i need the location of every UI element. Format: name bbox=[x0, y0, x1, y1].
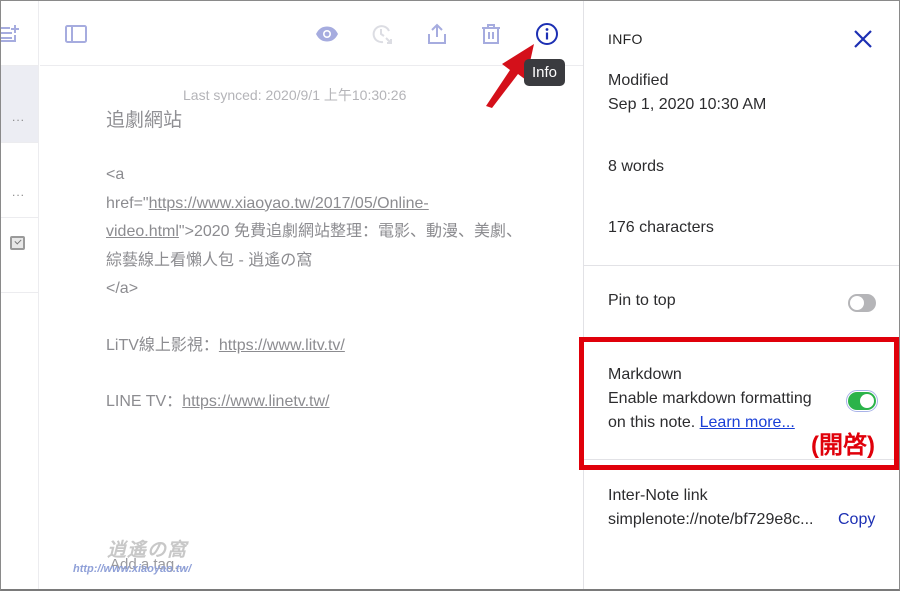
note-list-item[interactable]: ... bbox=[0, 143, 38, 218]
eye-icon[interactable] bbox=[315, 22, 339, 46]
note-line: video.html">2020 免費追劇網站整理：電影、動漫、美劇、綜藝線上看… bbox=[106, 218, 526, 275]
watermark: 逍遙の窩 Add a tag... http://www.xiaoyao.tw/ bbox=[73, 535, 225, 579]
note-line: </a> bbox=[106, 280, 139, 297]
copy-link-button[interactable]: Copy bbox=[838, 511, 875, 529]
litv-link[interactable]: https://www.litv.tv/ bbox=[219, 337, 345, 354]
internote-link-value: simplenote://note/bf729e8c... bbox=[608, 511, 814, 528]
toggle-knob bbox=[860, 394, 874, 408]
note-preview-ellipsis: ... bbox=[12, 110, 26, 124]
note-line-litv: LiTV線上影視：https://www.litv.tv/ bbox=[106, 332, 526, 361]
markdown-description: Enable markdown formatting bbox=[608, 390, 812, 407]
sidebar-toggle-icon[interactable] bbox=[64, 22, 88, 46]
close-icon[interactable] bbox=[851, 27, 875, 51]
annotation-label: (開啓) bbox=[811, 432, 875, 459]
markdown-description-text: on this note. bbox=[608, 414, 700, 431]
toggle-knob bbox=[850, 296, 864, 310]
note-list-header bbox=[0, 0, 38, 66]
info-panel: INFO Modified Sep 1, 2020 10:30 AM 8 wor… bbox=[583, 0, 900, 591]
markdown-label: Markdown bbox=[608, 366, 682, 383]
note-title: 追劇網站 bbox=[106, 110, 183, 131]
pin-to-top-label: Pin to top bbox=[608, 292, 676, 309]
note-list-item[interactable] bbox=[0, 218, 38, 293]
learn-more-link[interactable]: Learn more... bbox=[700, 414, 795, 431]
history-icon[interactable] bbox=[370, 22, 394, 46]
new-note-icon[interactable] bbox=[0, 22, 22, 44]
article-link-cont[interactable]: video.html bbox=[106, 223, 179, 240]
href-prefix: href=" bbox=[106, 194, 149, 212]
linetv-link[interactable]: https://www.linetv.tw/ bbox=[182, 393, 329, 410]
checklist-icon bbox=[10, 236, 25, 250]
modified-value: Sep 1, 2020 10:30 AM bbox=[608, 96, 767, 113]
character-count: 176 characters bbox=[608, 219, 714, 236]
note-content[interactable]: 追劇網站 <a href="https://www.xiaoyao.tw/201… bbox=[106, 106, 526, 417]
info-panel-title: INFO bbox=[608, 31, 643, 47]
last-synced-status: Last synced: 2020/9/1 上午10:30:26 bbox=[183, 87, 407, 103]
internote-link-label: Inter-Note link bbox=[608, 487, 708, 504]
watermark-url: http://www.xiaoyao.tw/ bbox=[73, 563, 192, 575]
divider bbox=[584, 265, 900, 266]
modified-label: Modified bbox=[608, 72, 669, 89]
share-icon[interactable] bbox=[425, 22, 449, 46]
note-list-item-selected[interactable]: ... bbox=[0, 66, 38, 143]
info-tooltip: Info bbox=[524, 59, 566, 86]
litv-label: LiTV線上影視： bbox=[106, 336, 219, 354]
note-line-linetv: LINE TV：https://www.linetv.tw/ bbox=[106, 388, 526, 417]
word-count: 8 words bbox=[608, 158, 665, 175]
note-line: <a bbox=[106, 166, 125, 183]
note-list: ... ... bbox=[0, 0, 39, 591]
note-line: href="https://www.xiaoyao.tw/2017/05/Onl… bbox=[106, 190, 526, 219]
note-preview-ellipsis: ... bbox=[12, 185, 26, 199]
pin-to-top-toggle[interactable] bbox=[848, 294, 876, 312]
linetv-label: LINE TV： bbox=[106, 393, 183, 410]
markdown-toggle[interactable] bbox=[846, 390, 878, 412]
article-link[interactable]: https://www.xiaoyao.tw/2017/05/Online- bbox=[149, 195, 429, 212]
markdown-description-cont: on this note. Learn more... bbox=[608, 414, 795, 432]
